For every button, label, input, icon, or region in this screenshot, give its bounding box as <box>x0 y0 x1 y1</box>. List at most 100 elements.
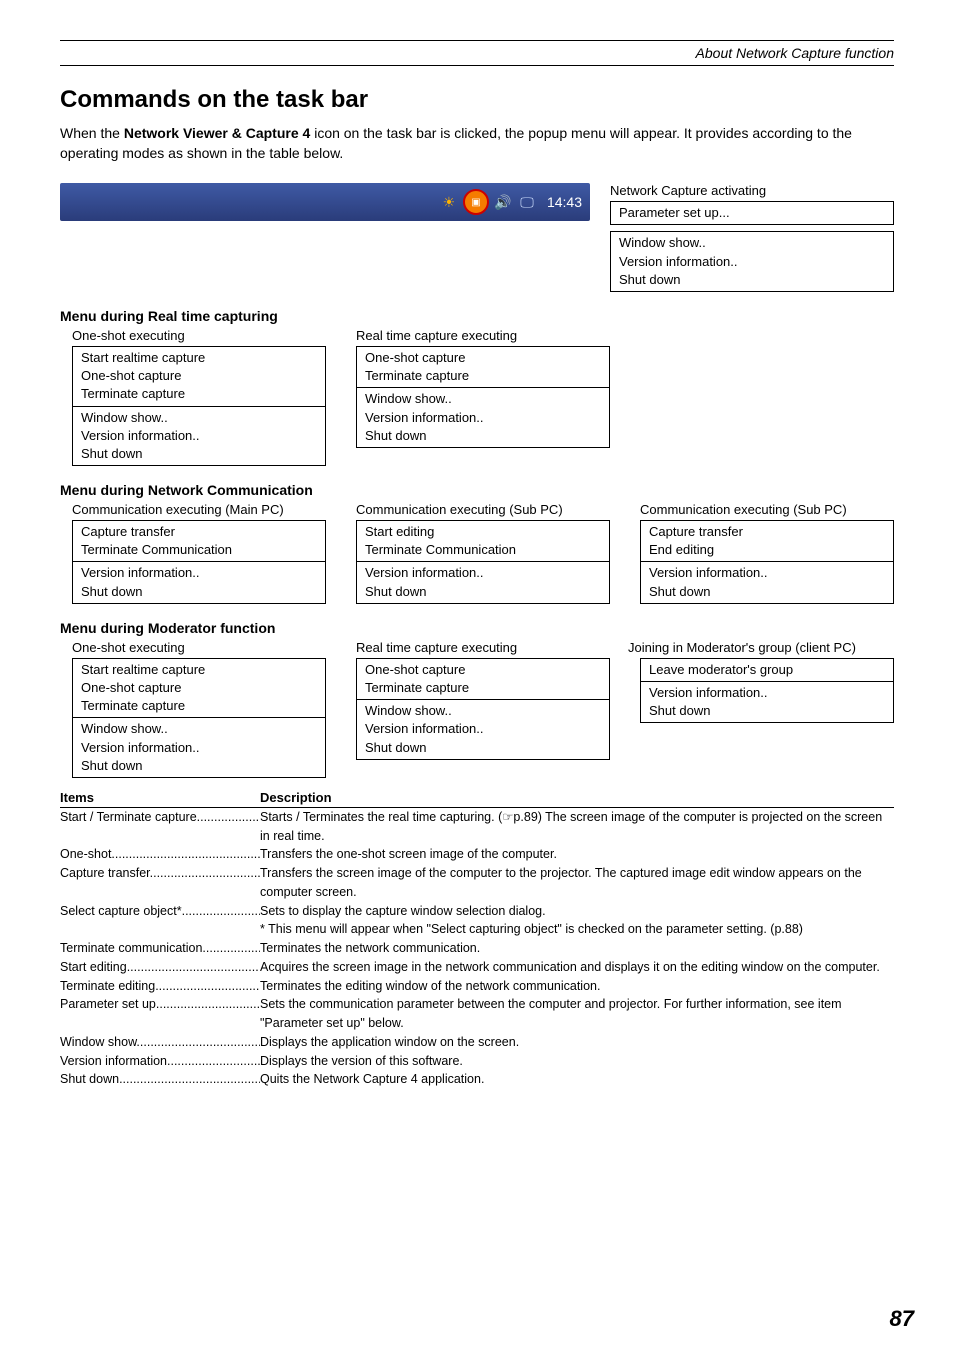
items-table-header: Items Description <box>60 790 894 808</box>
item-label: Select capture object*..................… <box>60 902 260 921</box>
tray-icon-capture: ▣ <box>463 189 489 215</box>
menu-item[interactable]: One-shot capture <box>81 367 317 385</box>
menu-item[interactable]: Shut down <box>649 583 885 601</box>
description-row: Terminate editing.......................… <box>60 977 894 996</box>
menu-item[interactable]: Window show.. <box>365 702 601 720</box>
menu-item[interactable]: One-shot capture <box>365 349 601 367</box>
menu-item[interactable]: Terminate capture <box>81 385 317 403</box>
label-mod-join: Joining in Moderator's group (client PC) <box>628 640 894 655</box>
menu-item[interactable]: One-shot capture <box>365 661 601 679</box>
menu-item[interactable]: Version information.. <box>81 564 317 582</box>
menu-item[interactable]: Shut down <box>649 702 885 720</box>
description-row: Capture transfer........................… <box>60 864 894 902</box>
tray-icon-monitor: 🖵 <box>517 192 537 212</box>
description-row: Parameter set up........................… <box>60 995 894 1033</box>
menu-item[interactable]: Capture transfer <box>81 523 317 541</box>
page-number: 87 <box>890 1306 914 1332</box>
menu-item[interactable]: Terminate capture <box>81 697 317 715</box>
item-label: One-shot................................… <box>60 845 260 864</box>
item-label: Terminate communication.................… <box>60 939 260 958</box>
menu-item[interactable]: Version information.. <box>81 427 317 445</box>
menu-item[interactable]: Version information.. <box>81 739 317 757</box>
menu-item[interactable]: Terminate Communication <box>365 541 601 559</box>
menu-item[interactable]: Start realtime capture <box>81 349 317 367</box>
menu-item[interactable]: Version information.. <box>649 564 885 582</box>
tray-clock: 14:43 <box>547 194 582 210</box>
tray-icon-sun: ☀ <box>439 192 459 212</box>
item-label: Version information.....................… <box>60 1052 260 1071</box>
menu-mod-mid: One-shot capture Terminate capture Windo… <box>356 658 610 760</box>
menu-item[interactable]: Version information.. <box>365 720 601 738</box>
header-section: About Network Capture function <box>696 45 894 61</box>
item-label: Window show.............................… <box>60 1033 260 1052</box>
menu-activating-2: Window show.. Version information.. Shut… <box>610 231 894 292</box>
menu-realtime-left: Start realtime capture One-shot capture … <box>72 346 326 466</box>
description-row: Terminate communication.................… <box>60 939 894 958</box>
menu-item[interactable]: Shut down <box>365 583 601 601</box>
menu-item[interactable]: Window show.. <box>619 234 885 252</box>
menu-item[interactable]: Shut down <box>81 583 317 601</box>
menu-mod-left: Start realtime capture One-shot capture … <box>72 658 326 778</box>
menu-item[interactable]: Window show.. <box>81 409 317 427</box>
item-description: Acquires the screen image in the network… <box>260 958 894 977</box>
description-row: Select capture object*..................… <box>60 902 894 921</box>
menu-item[interactable]: End editing <box>649 541 885 559</box>
menu-item[interactable]: Start realtime capture <box>81 661 317 679</box>
label-comm-sub2: Communication executing (Sub PC) <box>628 502 894 517</box>
label-realtime-exec: Real time capture executing <box>344 328 610 343</box>
page-title: Commands on the task bar <box>60 86 894 114</box>
menu-item[interactable]: Version information.. <box>649 684 885 702</box>
description-row: Version information.....................… <box>60 1052 894 1071</box>
item-label: Start editing...........................… <box>60 958 260 977</box>
item-description: Displays the application window on the s… <box>260 1033 894 1052</box>
menu-item[interactable]: Capture transfer <box>649 523 885 541</box>
description-row: Start / Terminate capture...............… <box>60 808 894 846</box>
section-moderator: Menu during Moderator function <box>60 620 894 636</box>
item-description: Sets to display the capture window selec… <box>260 902 894 921</box>
item-description: Transfers the screen image of the comput… <box>260 864 894 902</box>
item-description: Terminates the network communication. <box>260 939 894 958</box>
item-label: Parameter set up........................… <box>60 995 260 1033</box>
menu-item[interactable]: Start editing <box>365 523 601 541</box>
description-row: Shut down...............................… <box>60 1070 894 1089</box>
menu-realtime-mid: One-shot capture Terminate capture Windo… <box>356 346 610 448</box>
section-realtime: Menu during Real time capturing <box>60 308 894 324</box>
description-row: Start editing...........................… <box>60 958 894 977</box>
menu-item[interactable]: Terminate Communication <box>81 541 317 559</box>
item-label: Terminate editing.......................… <box>60 977 260 996</box>
menu-item[interactable]: Leave moderator's group <box>649 661 885 679</box>
menu-item[interactable]: One-shot capture <box>81 679 317 697</box>
menu-item[interactable]: Shut down <box>81 757 317 775</box>
menu-item[interactable]: Shut down <box>619 271 885 289</box>
menu-mod-right: Leave moderator's group Version informat… <box>640 658 894 724</box>
menu-item[interactable]: Version information.. <box>365 409 601 427</box>
item-description: Starts / Terminates the real time captur… <box>260 808 894 846</box>
menu-item[interactable]: Parameter set up... <box>619 204 885 222</box>
menu-item[interactable]: Window show.. <box>81 720 317 738</box>
menu-item[interactable]: Shut down <box>365 427 601 445</box>
menu-activating-1: Parameter set up... <box>610 201 894 225</box>
menu-netcomm-1: Capture transfer Terminate Communication… <box>72 520 326 604</box>
item-label: Capture transfer........................… <box>60 864 260 902</box>
item-label: Start / Terminate capture...............… <box>60 808 260 846</box>
description-continuation: * This menu will appear when "Select cap… <box>60 920 894 939</box>
item-description: Transfers the one-shot screen image of t… <box>260 845 894 864</box>
menu-item[interactable]: Window show.. <box>365 390 601 408</box>
menu-item[interactable]: Shut down <box>365 739 601 757</box>
item-description: Quits the Network Capture 4 application. <box>260 1070 894 1089</box>
items-table-body: Start / Terminate capture...............… <box>60 808 894 1089</box>
item-description: Terminates the editing window of the net… <box>260 977 894 996</box>
menu-item[interactable]: Terminate capture <box>365 367 601 385</box>
menu-item[interactable]: Version information.. <box>619 253 885 271</box>
label-comm-main: Communication executing (Main PC) <box>60 502 326 517</box>
label-comm-sub1: Communication executing (Sub PC) <box>344 502 610 517</box>
menu-netcomm-3: Capture transfer End editing Version inf… <box>640 520 894 604</box>
item-description: Displays the version of this software. <box>260 1052 894 1071</box>
menu-item[interactable]: Version information.. <box>365 564 601 582</box>
description-row: Window show.............................… <box>60 1033 894 1052</box>
menu-item[interactable]: Shut down <box>81 445 317 463</box>
tray-icon-speaker: 🔊 <box>493 192 513 212</box>
menu-item[interactable]: Terminate capture <box>365 679 601 697</box>
taskbar-screenshot: ☀ ▣ 🔊 🖵 14:43 <box>60 183 590 221</box>
menu-netcomm-2: Start editing Terminate Communication Ve… <box>356 520 610 604</box>
